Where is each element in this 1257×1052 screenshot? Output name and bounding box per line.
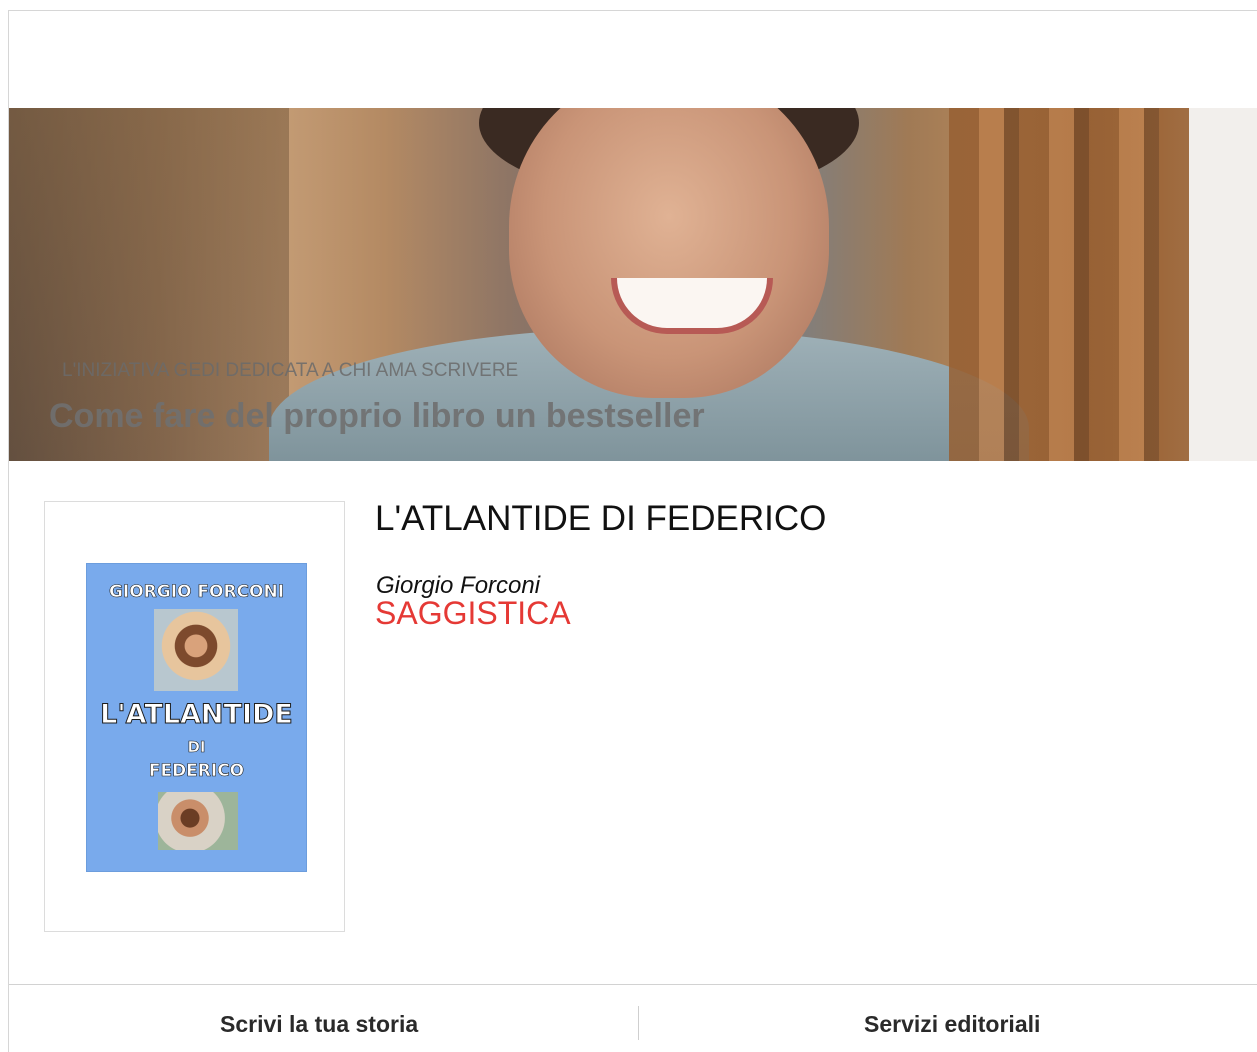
- page-frame: L'INIZIATIVA GEDI DEDICATA A CHI AMA SCR…: [8, 10, 1257, 1052]
- cover-title-text: L'ATLANTIDE: [100, 699, 294, 731]
- book-title: L'ATLANTIDE DI FEDERICO: [375, 499, 827, 538]
- top-bar: [9, 11, 1257, 109]
- book-cover-frame[interactable]: GIORGIO FORCONI L'ATLANTIDE DI FEDERICO: [44, 501, 345, 932]
- cover-photo-bottom: [158, 792, 238, 850]
- hero-headline[interactable]: Come fare del proprio libro un bestselle…: [49, 397, 705, 436]
- hero-banner[interactable]: L'INIZIATIVA GEDI DEDICATA A CHI AMA SCR…: [9, 108, 1257, 461]
- hero-kicker: L'INIZIATIVA GEDI DEDICATA A CHI AMA SCR…: [62, 360, 519, 381]
- footer-divider: [638, 1006, 639, 1040]
- book-cover-image[interactable]: GIORGIO FORCONI L'ATLANTIDE DI FEDERICO: [87, 564, 306, 871]
- hero-background-wall: [1189, 108, 1257, 461]
- cover-author-text: GIORGIO FORCONI: [108, 582, 285, 603]
- footer-separator: [9, 984, 1257, 985]
- cover-di-text: DI: [187, 738, 206, 757]
- write-your-story-link[interactable]: Scrivi la tua storia: [220, 1011, 418, 1038]
- book-genre[interactable]: SAGGISTICA: [375, 595, 571, 632]
- editorial-services-link[interactable]: Servizi editoriali: [864, 1011, 1040, 1038]
- cover-name-text: FEDERICO: [148, 761, 245, 782]
- hero-background-wood: [949, 108, 1189, 461]
- cover-photo-top: [154, 609, 238, 691]
- hero-person-face: [509, 108, 829, 398]
